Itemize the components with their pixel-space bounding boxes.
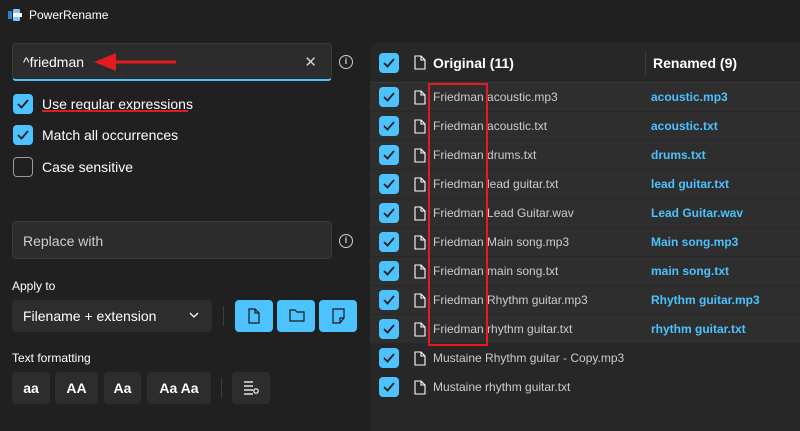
search-input-value[interactable]: ^friedman — [23, 54, 84, 70]
dropdown-selected-value: Filename + extension — [23, 308, 157, 324]
checkbox-checked[interactable] — [13, 94, 33, 114]
original-column-header: Original (11) — [433, 55, 514, 71]
info-icon[interactable]: i — [339, 234, 353, 248]
divider — [645, 51, 646, 75]
file-icon — [414, 293, 426, 308]
file-icon — [414, 351, 426, 366]
row-checkbox[interactable] — [379, 261, 399, 281]
red-box-annotation — [428, 83, 488, 346]
row-checkbox[interactable] — [379, 232, 399, 252]
include-subfolders-button[interactable] — [319, 300, 357, 332]
title-bar: PowerRename — [0, 0, 800, 30]
capitalize-words-button[interactable]: Aa Aa — [147, 372, 211, 404]
file-icon — [414, 177, 426, 192]
apply-to-dropdown[interactable]: Filename + extension — [12, 300, 212, 332]
replace-placeholder: Replace with — [23, 233, 104, 249]
file-icon — [414, 206, 426, 221]
option-label: Case sensitive — [42, 159, 134, 175]
red-arrow-annotation — [94, 53, 176, 71]
text-formatting-label: Text formatting — [12, 351, 91, 365]
select-all-checkbox[interactable] — [379, 53, 399, 73]
file-icon — [414, 322, 426, 337]
row-checkbox[interactable] — [379, 319, 399, 339]
window-title: PowerRename — [29, 8, 109, 22]
row-checkbox[interactable] — [379, 377, 399, 397]
renamed-filename: acoustic.mp3 — [651, 90, 728, 104]
divider — [223, 306, 224, 326]
renamed-filename: main song.txt — [651, 264, 730, 278]
divider — [221, 378, 222, 398]
include-files-button[interactable] — [235, 300, 273, 332]
file-icon — [414, 264, 426, 279]
renamed-filename: Main song.mp3 — [651, 235, 739, 249]
option-label: Match all occurrences — [42, 127, 179, 143]
row-checkbox[interactable] — [379, 203, 399, 223]
lowercase-button[interactable]: aa — [12, 372, 50, 404]
row-checkbox[interactable] — [379, 174, 399, 194]
row-checkbox[interactable] — [379, 116, 399, 136]
renamed-filename: Lead Guitar.wav — [651, 206, 744, 220]
file-icon — [414, 90, 426, 105]
options-panel: ^friedman ✕ i Use regular expressions Ma… — [0, 30, 370, 431]
close-icon[interactable]: ✕ — [304, 53, 317, 71]
file-icon — [414, 380, 426, 395]
checkbox-unchecked[interactable] — [13, 157, 33, 177]
enumerate-button[interactable] — [232, 372, 270, 404]
renamed-filename: drums.txt — [651, 148, 706, 162]
option-case-sensitive[interactable]: Case sensitive — [13, 156, 133, 178]
table-row[interactable]: Mustaine rhythm guitar.txt — [370, 373, 800, 402]
document-edit-icon — [332, 308, 345, 324]
info-icon[interactable]: i — [339, 55, 353, 69]
file-icon — [248, 308, 260, 324]
row-checkbox[interactable] — [379, 290, 399, 310]
renamed-filename: lead guitar.txt — [651, 177, 730, 191]
row-checkbox[interactable] — [379, 348, 399, 368]
renamed-filename: acoustic.txt — [651, 119, 718, 133]
powerrename-app-icon — [8, 9, 22, 21]
folder-icon — [289, 309, 305, 322]
option-match-all[interactable]: Match all occurrences — [13, 124, 178, 146]
renamed-filename: Rhythm guitar.mp3 — [651, 293, 760, 307]
uppercase-button[interactable]: AA — [55, 372, 98, 404]
chevron-down-icon — [189, 312, 199, 318]
checkbox-checked[interactable] — [13, 125, 33, 145]
red-underline-annotation — [42, 110, 188, 112]
list-settings-icon — [244, 381, 259, 395]
titlecase-button[interactable]: Aa — [104, 372, 141, 404]
original-filename: Mustaine rhythm guitar.txt — [433, 380, 571, 394]
row-checkbox[interactable] — [379, 87, 399, 107]
file-list-header: Original (11) Renamed (9) — [370, 43, 800, 83]
renamed-column-header: Renamed (9) — [653, 55, 738, 71]
renamed-filename: rhythm guitar.txt — [651, 322, 746, 336]
file-icon — [414, 235, 426, 250]
row-checkbox[interactable] — [379, 145, 399, 165]
file-icon — [414, 119, 426, 134]
table-row[interactable]: Mustaine Rhythm guitar - Copy.mp3 — [370, 344, 800, 373]
file-icon — [414, 148, 426, 163]
apply-to-label: Apply to — [12, 279, 56, 293]
include-folders-button[interactable] — [277, 300, 315, 332]
original-filename: Mustaine Rhythm guitar - Copy.mp3 — [433, 351, 625, 365]
replace-input[interactable]: Replace with — [12, 221, 332, 259]
file-icon — [414, 55, 426, 70]
